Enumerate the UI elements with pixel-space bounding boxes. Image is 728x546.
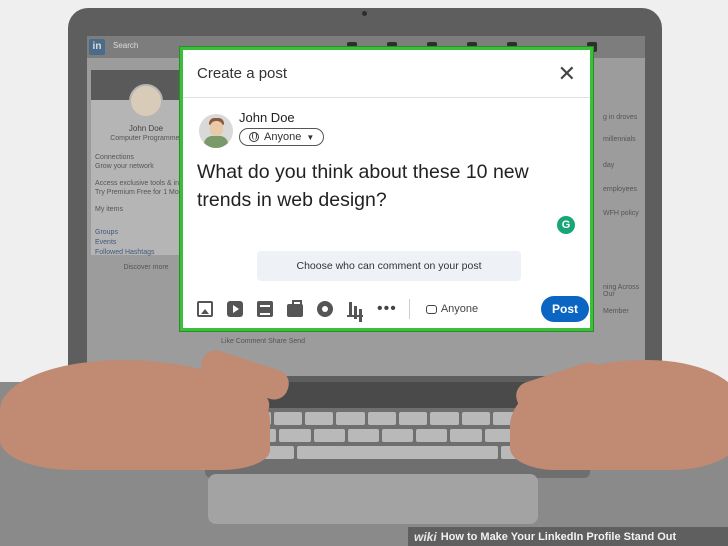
document-icon[interactable] xyxy=(257,301,273,317)
dialog-header: Create a post ✕ xyxy=(183,50,590,98)
news-item[interactable]: day xyxy=(603,162,645,169)
linkedin-logo: in xyxy=(89,39,105,55)
caret-down-icon: ▼ xyxy=(306,132,315,142)
post-button[interactable]: Post xyxy=(541,296,589,322)
audience-label: Anyone xyxy=(264,131,302,143)
profile-avatar[interactable] xyxy=(129,84,163,118)
celebrate-badge-icon[interactable] xyxy=(317,301,333,317)
more-icon[interactable]: ••• xyxy=(377,301,397,317)
course-item[interactable]: ning Across Our xyxy=(603,284,645,298)
audience-dropdown[interactable]: Anyone ▼ xyxy=(239,128,325,146)
news-item[interactable]: employees xyxy=(603,186,645,193)
author-name: John Doe xyxy=(239,110,295,125)
news-item[interactable]: g in droves xyxy=(603,114,645,121)
toolbar-divider xyxy=(408,299,410,319)
post-toolbar: ••• Anyone Post xyxy=(197,296,589,322)
video-icon[interactable] xyxy=(227,301,243,317)
touchpad xyxy=(208,474,538,524)
speech-bubble-icon xyxy=(425,304,437,314)
photo-icon[interactable] xyxy=(197,301,213,317)
post-text-editor[interactable]: What do you think about these 10 new tre… xyxy=(197,158,582,214)
dialog-title: Create a post xyxy=(197,65,288,82)
grammarly-icon[interactable]: G xyxy=(557,216,575,234)
watermark-banner: wiki How to Make Your LinkedIn Profile S… xyxy=(408,527,728,546)
post-author: John Doe Anyone ▼ xyxy=(183,98,590,148)
news-item[interactable]: millennials xyxy=(603,136,645,143)
webcam xyxy=(362,11,367,16)
author-info: John Doe Anyone ▼ xyxy=(239,108,325,147)
news-item[interactable]: WFH policy xyxy=(603,210,645,217)
job-briefcase-icon[interactable] xyxy=(287,300,303,317)
create-post-dialog: Create a post ✕ John Doe Anyone ▼ What d… xyxy=(180,47,593,331)
poll-chart-icon[interactable] xyxy=(347,301,363,317)
feed-actions[interactable]: Like Comment Share Send xyxy=(217,336,305,345)
course-item[interactable]: Member xyxy=(603,308,645,315)
search-input[interactable]: Search xyxy=(113,41,138,50)
close-icon[interactable]: ✕ xyxy=(558,62,576,85)
wikihow-logo: wiki xyxy=(414,529,437,544)
watermark-title: How to Make Your LinkedIn Profile Stand … xyxy=(440,530,677,543)
comment-audience-label: Anyone xyxy=(440,303,479,315)
globe-icon xyxy=(249,132,259,142)
avatar xyxy=(199,114,233,148)
comment-setting-banner[interactable]: Choose who can comment on your post xyxy=(257,251,521,281)
comment-audience-button[interactable]: Anyone xyxy=(425,303,479,315)
